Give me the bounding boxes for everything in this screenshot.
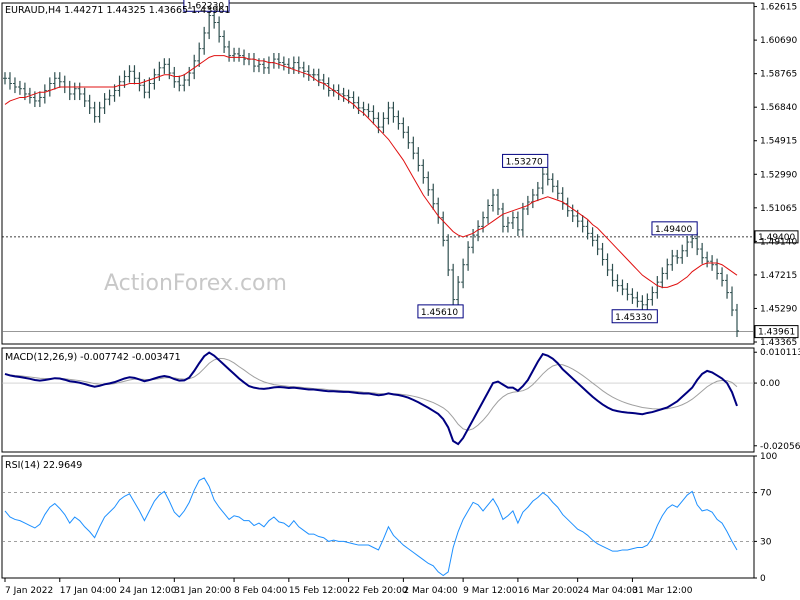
y-tick-label: 1.54915 (760, 137, 797, 147)
price-callout: 1.49400 (655, 225, 692, 235)
y-tick-label: 1.58765 (760, 70, 797, 80)
price-callout: 1.53270 (506, 157, 543, 167)
y-tick-label: -0.020561 (760, 442, 800, 452)
x-tick-label: 2 Mar 04:00 (403, 586, 458, 596)
y-tick-label: 0.010113 (760, 348, 800, 358)
x-tick-label: 24 Mar 04:00 (578, 586, 638, 596)
x-tick-label: 9 Mar 12:00 (463, 586, 518, 596)
rsi-panel-frame (1, 455, 755, 579)
axis-labels: 1.62615 1.60690 1.58765 1.56840 1.54915 1.529… (4, 3, 800, 596)
watermark: ActionForex.com (104, 271, 287, 296)
y-tick-label: 1.43365 (760, 338, 797, 348)
x-tick-label: 17 Jan 04:00 (60, 586, 117, 596)
y-tick-label: 1.45290 (760, 304, 797, 314)
forex-chart: 1.622301.456101.532701.453301.494001.494… (1, 0, 800, 596)
y-tick-label: 1.47215 (760, 271, 797, 281)
x-tick-label: 16 Mar 20:00 (518, 586, 578, 596)
y-tick-label: 1.51065 (760, 204, 797, 214)
x-tick-label: 31 Mar 12:00 (632, 586, 692, 596)
current-price-axis-label: 1.43961 (758, 328, 795, 338)
x-tick-label: 24 Jan 12:00 (120, 586, 177, 596)
macd-header: MACD(12,26,9) -0.007742 -0.003471 (5, 352, 181, 363)
y-tick-label: 1.60690 (760, 36, 797, 46)
y-tick-label: 30 (760, 537, 772, 547)
x-tick-label: 7 Jan 2022 (5, 586, 53, 596)
price-header: EURAUD,H4 1.44271 1.44325 1.43665 1.4396… (5, 5, 230, 16)
y-tick-label: 70 (760, 489, 772, 499)
y-tick-label: 1.62615 (760, 3, 797, 13)
macd-line (4, 351, 738, 446)
y-tick-label: 1.49140 (760, 237, 797, 247)
rsi-header: RSI(14) 22.9649 (5, 460, 82, 471)
x-tick-label: 22 Feb 20:00 (349, 586, 408, 596)
y-tick-label: 1.56840 (760, 103, 797, 113)
y-tick-label: 1.52990 (760, 170, 797, 180)
x-tick-label: 31 Jan 20:00 (174, 586, 231, 596)
macd-panel-frame (1, 347, 755, 453)
price-callout: 1.45610 (421, 308, 458, 318)
x-tick-label: 8 Feb 04:00 (234, 586, 288, 596)
y-tick-label: 100 (760, 452, 777, 462)
y-tick-label: 0.00 (760, 379, 780, 389)
x-tick-label: 15 Feb 12:00 (289, 586, 348, 596)
price-callout: 1.45330 (615, 313, 652, 323)
y-tick-label: 0 (760, 574, 766, 584)
